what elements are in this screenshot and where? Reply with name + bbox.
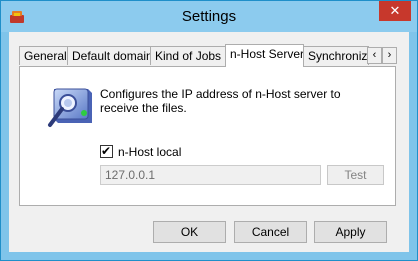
chevron-right-icon: › — [387, 49, 392, 61]
apply-button[interactable]: Apply — [314, 221, 387, 243]
server-description: Configures the IP address of n-Host serv… — [100, 87, 341, 115]
tab-synchronize[interactable]: Synchronize — [303, 46, 369, 65]
tab-default-domain[interactable]: Default domain — [67, 46, 151, 65]
tab-kind-of-jobs[interactable]: Kind of Jobs — [150, 46, 226, 65]
tab-scroll-left-button[interactable]: ‹ — [367, 47, 382, 64]
n-host-local-label: n-Host local — [118, 145, 182, 159]
close-button[interactable]: ✕ — [379, 1, 411, 21]
tab-n-host-server[interactable]: n-Host Server — [225, 44, 304, 67]
close-icon: ✕ — [389, 3, 401, 18]
server-icon — [48, 88, 92, 127]
test-button[interactable]: Test — [327, 165, 384, 185]
n-host-local-checkbox[interactable]: ✔ — [100, 144, 113, 158]
window-title: Settings — [181, 8, 237, 25]
checkmark-icon: ✔ — [101, 144, 112, 158]
tab-strip: General Default domain Kind of Jobs n-Ho… — [19, 44, 397, 67]
cancel-button[interactable]: Cancel — [234, 221, 307, 243]
tab-scroll-right-button[interactable]: › — [382, 47, 397, 64]
tab-general[interactable]: General — [19, 46, 68, 65]
ip-address-field[interactable]: 127.0.0.1 — [100, 165, 321, 185]
dialog-body: General Default domain Kind of Jobs n-Ho… — [9, 32, 409, 252]
chevron-left-icon: ‹ — [372, 49, 377, 61]
settings-window: Settings ✕ General Default domain Kind o… — [0, 0, 418, 261]
ok-button[interactable]: OK — [153, 221, 226, 243]
tab-panel-n-host-server: Configures the IP address of n-Host serv… — [19, 66, 396, 206]
title-bar[interactable]: Settings ✕ — [1, 1, 417, 32]
